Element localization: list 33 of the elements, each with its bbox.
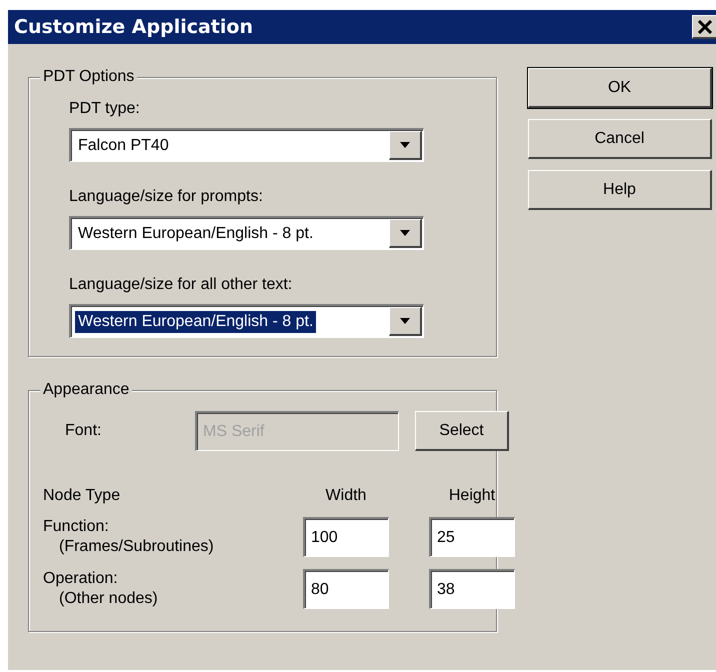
dropdown-arrow-icon	[400, 142, 410, 148]
dropdown[interactable]: Western European/English - 8 pt.	[69, 304, 424, 338]
dropdown-value: Western European/English - 8 pt.	[77, 224, 314, 244]
node-type-note: (Frames/Subroutines)	[58, 537, 215, 557]
dropdown-arrow-icon	[400, 230, 410, 236]
field-label: Font:	[65, 422, 102, 440]
dialog-button[interactable]: Help	[528, 170, 712, 210]
close-icon	[698, 20, 712, 34]
window-title: Customize Application	[14, 16, 253, 38]
node-type-label: Operation:	[43, 569, 119, 589]
group-title: PDT Options	[40, 68, 138, 86]
node-type-label: Function:	[43, 517, 110, 537]
width-field[interactable]: 80	[303, 569, 389, 609]
dropdown[interactable]: Falcon PT40	[69, 128, 424, 162]
height-field[interactable]: 38	[429, 569, 515, 609]
group-title: Appearance	[40, 381, 132, 399]
field-label: Language/size for all other text:	[69, 276, 294, 294]
dropdown[interactable]: Western European/English - 8 pt.	[69, 216, 424, 250]
column-header: Width	[324, 487, 368, 505]
dropdown-arrow-icon	[400, 318, 410, 324]
width-field[interactable]: 100	[303, 517, 389, 557]
field-label: PDT type:	[69, 100, 141, 118]
column-header: Node Type	[43, 487, 122, 505]
dialog-button[interactable]: OK	[528, 68, 712, 108]
dropdown-value: Falcon PT40	[77, 136, 170, 156]
dialog-button[interactable]: Cancel	[528, 119, 712, 159]
select-button[interactable]: Select	[415, 411, 509, 451]
dropdown-value: Western European/English - 8 pt.	[75, 310, 316, 332]
height-field[interactable]: 25	[429, 517, 515, 557]
node-type-note: (Other nodes)	[58, 589, 159, 609]
close-button[interactable]	[692, 15, 716, 39]
column-header: Height	[448, 487, 496, 505]
field-label: Language/size for prompts:	[69, 188, 264, 206]
